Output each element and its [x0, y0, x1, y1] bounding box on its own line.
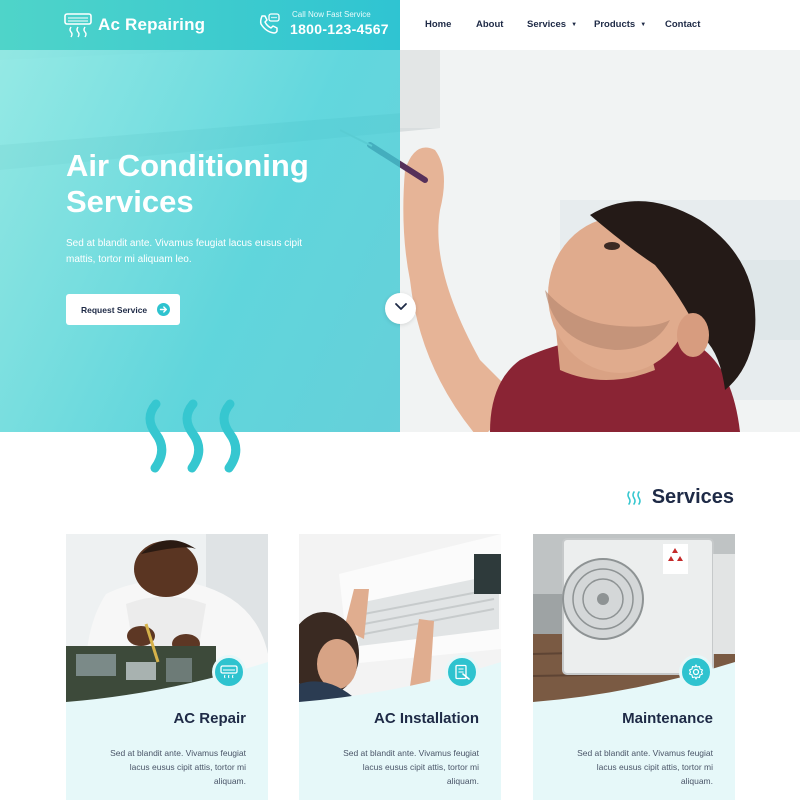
hero-title-line2: Services: [66, 184, 194, 219]
hero-description: Sed at blandit ante. Vivamus feugiat lac…: [66, 238, 303, 265]
nav-contact[interactable]: Contact: [665, 19, 700, 30]
service-card-ac-installation[interactable]: AC Installation Sed at blandit ante. Viv…: [299, 534, 501, 800]
card-title: AC Installation: [373, 710, 479, 727]
services-title: Services: [651, 486, 734, 508]
card-text: Sed at blandit ante. Vivamus feugiat lac…: [110, 748, 246, 786]
checklist-tool-icon: [445, 655, 479, 689]
air-conditioner-icon: [212, 655, 246, 689]
nav-services-label: Services: [527, 19, 567, 30]
logo[interactable]: Ac Repairing: [64, 12, 205, 38]
nav-about[interactable]: About: [476, 19, 503, 30]
logo-text: Ac Repairing: [98, 15, 206, 34]
caret-down-icon: ▼: [571, 22, 578, 28]
card-title: AC Repair: [173, 710, 246, 727]
hero-title: Air Conditioning Services: [66, 148, 386, 220]
services-heading: Services: [626, 486, 734, 509]
chevron-down-icon: [385, 302, 416, 312]
phone-chat-icon: [258, 13, 290, 35]
arrow-right-circle-icon: [157, 303, 170, 316]
gear-icon: [679, 655, 713, 689]
air-conditioner-icon: [64, 12, 92, 38]
card-text: Sed at blandit ante. Vivamus feugiat lac…: [577, 748, 713, 786]
nav-home-label: Home: [425, 19, 452, 30]
request-service-button[interactable]: Request Service: [66, 294, 180, 325]
call-number[interactable]: 1800-123-4567: [290, 20, 389, 38]
main-nav: Home About Services ▼ Products ▼ Contact: [400, 0, 800, 50]
nav-home[interactable]: Home: [425, 19, 451, 30]
call-label: Call Now Fast Service: [292, 10, 371, 19]
waves-icon: [626, 490, 652, 505]
call-now[interactable]: Call Now Fast Service 1800-123-4567: [258, 10, 389, 38]
nav-products-label: Products: [594, 19, 636, 30]
card-title: Maintenance: [622, 710, 713, 727]
hero-title-line1: Air Conditioning: [66, 148, 309, 183]
scroll-down-button[interactable]: [385, 293, 416, 324]
service-card-ac-repair[interactable]: AC Repair Sed at blandit ante. Vivamus f…: [66, 534, 268, 800]
nav-products[interactable]: Products ▼: [594, 19, 646, 30]
service-card-maintenance[interactable]: Maintenance Sed at blandit ante. Vivamus…: [533, 534, 735, 800]
nav-services[interactable]: Services ▼: [527, 19, 577, 30]
card-text: Sed at blandit ante. Vivamus feugiat lac…: [343, 748, 479, 786]
waves-decoration-icon: [145, 399, 241, 473]
request-service-label: Request Service: [81, 304, 148, 315]
nav-about-label: About: [476, 19, 504, 30]
header-brand-bar: Ac Repairing Call Now Fast Service 1800-…: [0, 0, 400, 50]
hero: Air Conditioning Services Sed at blandit…: [0, 50, 800, 432]
caret-down-icon: ▼: [640, 22, 647, 28]
nav-contact-label: Contact: [665, 19, 701, 30]
